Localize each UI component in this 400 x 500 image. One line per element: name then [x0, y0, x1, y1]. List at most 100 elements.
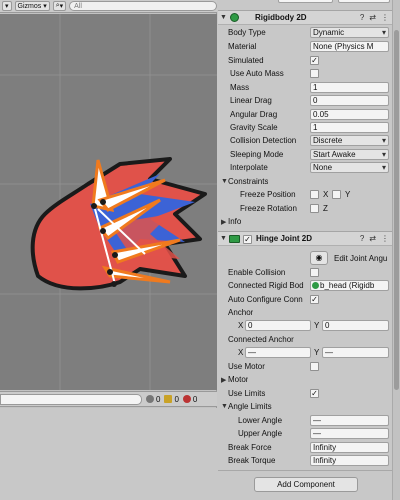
- simulated-checkbox[interactable]: ✓: [310, 56, 319, 65]
- component-divider: [218, 470, 392, 471]
- lower-angle-field[interactable]: —: [310, 415, 389, 426]
- motor-row[interactable]: ▶ Motor: [218, 373, 392, 386]
- connected-anchor-y-field[interactable]: —: [322, 347, 389, 358]
- search-filter-dropdown[interactable]: ⌕ ▾: [52, 1, 67, 11]
- gizmos-dropdown[interactable]: Gizmos ▾: [14, 1, 50, 11]
- use-limits-label: Use Limits: [228, 389, 266, 398]
- edit-joint-angular-limits-label: Edit Joint Angu: [334, 253, 388, 263]
- connected-anchor-x-field[interactable]: —: [245, 347, 311, 358]
- collision-detection-dropdown[interactable]: Discrete: [310, 135, 389, 146]
- rigidbody2d-header[interactable]: ▼ Rigidbody 2D ? ⇄ ⋮: [218, 10, 392, 25]
- simulated-row: Simulated ✓: [218, 54, 392, 67]
- use-auto-mass-row: Use Auto Mass: [218, 67, 392, 80]
- collision-detection-row: Collision Detection Discrete: [218, 134, 392, 147]
- console-log-area[interactable]: [0, 408, 217, 500]
- connected-anchor-label: Connected Anchor: [228, 335, 294, 344]
- hierarchy-search-input[interactable]: All: [69, 1, 218, 11]
- auto-configure-checkbox[interactable]: ✓: [310, 295, 319, 304]
- console-error-count[interactable]: 0: [182, 395, 197, 404]
- angular-drag-field[interactable]: 0.05: [310, 109, 389, 120]
- info-row[interactable]: ▶ Info: [218, 215, 392, 228]
- connected-rigid-body-field[interactable]: b_head (Rigidb: [310, 280, 389, 291]
- use-limits-checkbox[interactable]: ✓: [310, 389, 319, 398]
- freeze-position-y-checkbox[interactable]: [332, 190, 341, 199]
- upper-angle-label: Upper Angle: [238, 429, 283, 438]
- lower-angle-row: Lower Angle —: [218, 414, 392, 427]
- anchor-y-field[interactable]: 0: [322, 320, 389, 331]
- connected-anchor-x-label: X: [238, 348, 244, 357]
- console-warning-count[interactable]: 0: [164, 395, 179, 404]
- simulated-label: Simulated: [228, 56, 264, 65]
- help-icon[interactable]: ?: [360, 234, 364, 243]
- search-placeholder: All: [74, 2, 82, 10]
- break-torque-label: Break Torque: [228, 456, 276, 465]
- error-icon: [182, 395, 191, 403]
- hinge-joint2d-header[interactable]: ▼ ✓ Hinge Joint 2D ? ⇄ ⋮: [218, 231, 392, 246]
- linear-drag-field[interactable]: 0: [310, 95, 389, 106]
- anchor-label-row: Anchor: [218, 306, 392, 319]
- use-auto-mass-checkbox[interactable]: [310, 69, 319, 78]
- add-component-button[interactable]: Add Component: [254, 477, 358, 492]
- constraints-row[interactable]: ▼ Constraints: [218, 175, 392, 188]
- chevron-right-icon[interactable]: ▶: [221, 218, 226, 226]
- console-search-input[interactable]: [0, 393, 142, 405]
- freeze-position-row: Freeze Position X Y: [218, 188, 392, 201]
- chevron-right-icon[interactable]: ▶: [221, 376, 226, 384]
- upper-angle-field[interactable]: —: [310, 428, 389, 439]
- use-motor-row: Use Motor: [218, 360, 392, 373]
- inspector-scrollbar[interactable]: [392, 0, 400, 500]
- presets-icon[interactable]: ⇄: [369, 13, 376, 22]
- scene-canvas: [0, 14, 217, 390]
- anchor-x-label: X: [238, 321, 244, 330]
- interpolate-row: Interpolate None: [218, 161, 392, 174]
- lower-angle-label: Lower Angle: [238, 416, 283, 425]
- gravity-scale-field[interactable]: 1: [310, 122, 389, 133]
- mass-field[interactable]: 1: [310, 82, 389, 93]
- break-torque-field[interactable]: Infinity: [310, 455, 389, 466]
- freeze-rotation-row: Freeze Rotation Z: [218, 202, 392, 215]
- hinge-joint-enabled-checkbox[interactable]: ✓: [243, 235, 252, 244]
- view-options-dropdown[interactable]: ▾: [2, 1, 12, 11]
- scale-y-field[interactable]: [338, 0, 390, 3]
- break-force-field[interactable]: Infinity: [310, 442, 389, 453]
- more-icon[interactable]: ⋮: [381, 13, 389, 22]
- use-motor-label: Use Motor: [228, 362, 265, 371]
- linear-drag-row: Linear Drag 0: [218, 94, 392, 107]
- edit-joint-angular-limits-button[interactable]: ◉: [310, 251, 328, 265]
- console-info-count[interactable]: 0: [146, 395, 160, 404]
- anchor-x-field[interactable]: 0: [245, 320, 311, 331]
- scene-panel: ▾ Gizmos ▾ ⌕ ▾ All 0 0 0: [0, 0, 218, 500]
- rigidbody2d-icon: [312, 282, 319, 289]
- presets-icon[interactable]: ⇄: [369, 234, 376, 243]
- info-icon: [146, 395, 154, 403]
- help-icon[interactable]: ?: [360, 13, 364, 22]
- body-type-dropdown[interactable]: Dynamic: [310, 27, 389, 38]
- use-auto-mass-label: Use Auto Mass: [230, 69, 284, 78]
- component-header-icons: ? ⇄ ⋮: [360, 234, 389, 243]
- enable-collision-checkbox[interactable]: [310, 268, 319, 277]
- material-label: Material: [228, 42, 257, 51]
- sleeping-mode-label: Sleeping Mode: [230, 150, 284, 159]
- more-icon[interactable]: ⋮: [381, 234, 389, 243]
- scale-x-field[interactable]: [278, 0, 333, 3]
- interpolate-dropdown[interactable]: None: [310, 162, 389, 173]
- freeze-rotation-z-checkbox[interactable]: [310, 204, 319, 213]
- connected-anchor-xy-row: X — Y —: [218, 346, 392, 359]
- search-icon: ⌕: [55, 2, 60, 9]
- gravity-scale-row: Gravity Scale 1: [218, 121, 392, 134]
- angular-drag-label: Angular Drag: [230, 110, 278, 119]
- connected-anchor-label-row: Connected Anchor: [218, 333, 392, 346]
- angle-limits-row[interactable]: ▼ Angle Limits: [218, 400, 392, 413]
- chevron-down-icon[interactable]: ▼: [220, 14, 227, 21]
- freeze-position-x-checkbox[interactable]: [310, 190, 319, 199]
- scene-viewport[interactable]: [0, 14, 217, 390]
- chevron-down-icon[interactable]: ▼: [221, 178, 228, 185]
- material-field[interactable]: None (Physics M: [310, 41, 389, 52]
- chevron-down-icon[interactable]: ▼: [221, 403, 228, 410]
- scrollbar-thumb[interactable]: [394, 30, 399, 390]
- chevron-down-icon[interactable]: ▼: [220, 235, 227, 242]
- use-motor-checkbox[interactable]: [310, 362, 319, 371]
- info-label: Info: [228, 217, 242, 226]
- body-type-row: Body Type Dynamic: [218, 26, 392, 39]
- sleeping-mode-dropdown[interactable]: Start Awake: [310, 149, 389, 160]
